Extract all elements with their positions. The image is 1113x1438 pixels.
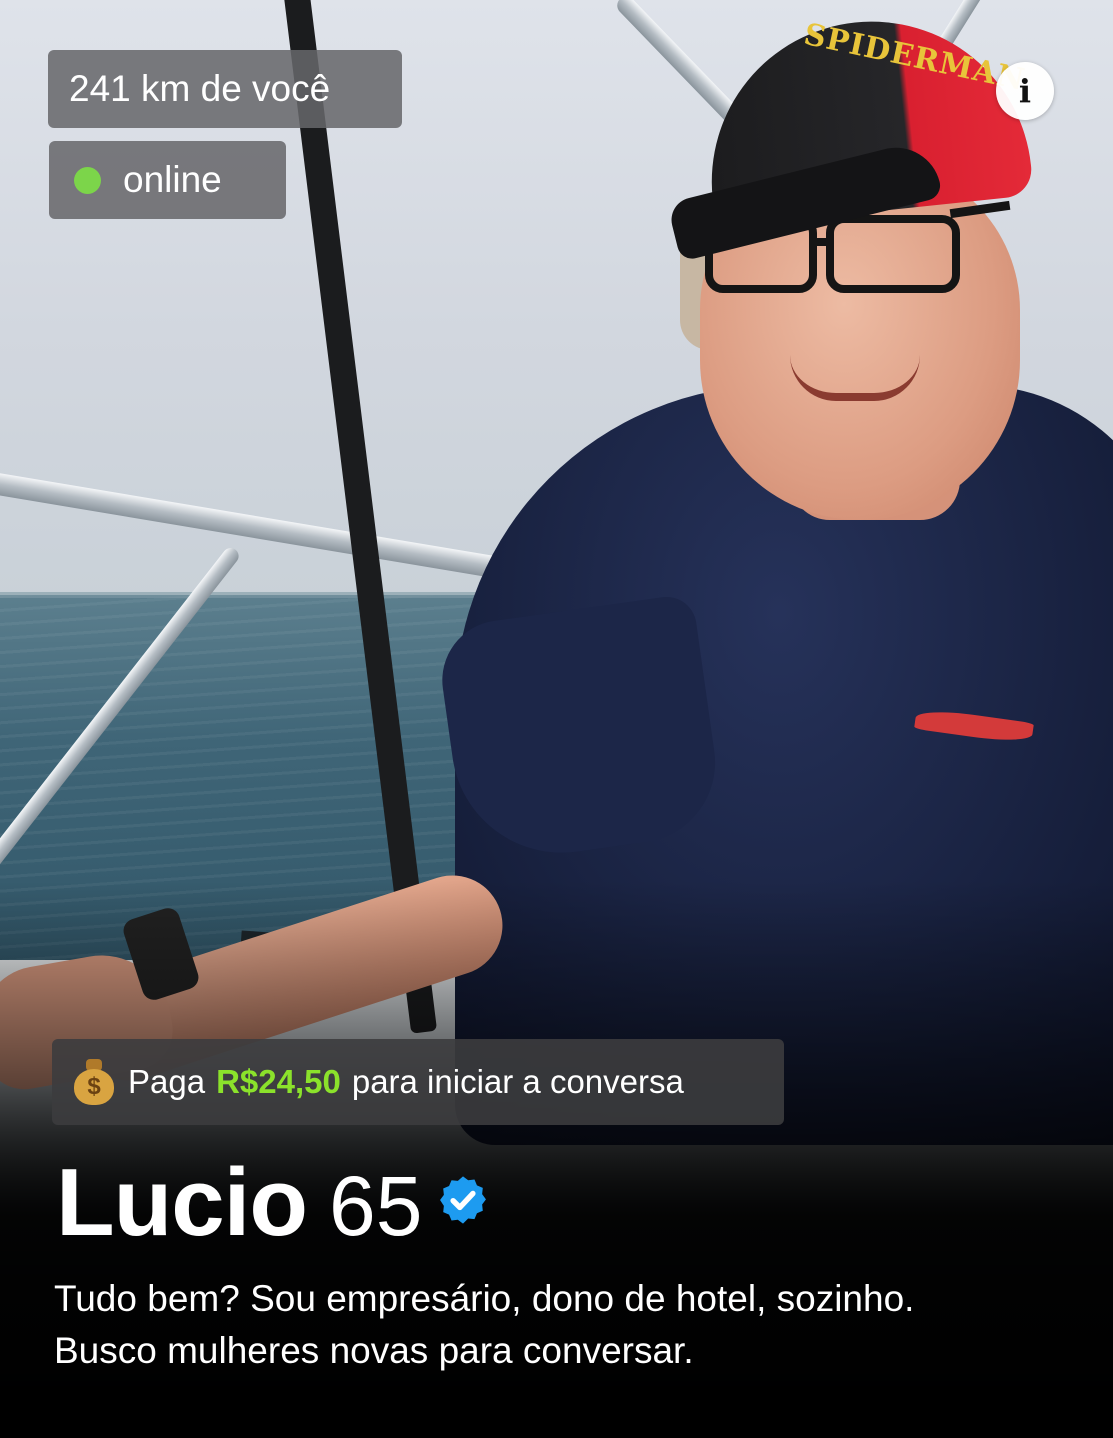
profile-card[interactable]: SPIDERMAN 241 km de você online i $ Paga… bbox=[0, 0, 1113, 1438]
distance-text: 241 km de você bbox=[69, 68, 331, 109]
glasses-bridge bbox=[809, 238, 831, 246]
glasses-lens bbox=[826, 215, 960, 293]
name-row: Lucio 65 bbox=[56, 1148, 490, 1256]
bio-line: Tudo bem? Sou empresário, dono de hotel,… bbox=[54, 1278, 915, 1319]
bio-line: Busco mulheres novas para conversar. bbox=[54, 1330, 694, 1371]
distance-chip: 241 km de você bbox=[48, 50, 402, 128]
profile-bio: Tudo bem? Sou empresário, dono de hotel,… bbox=[54, 1273, 1104, 1377]
payment-prefix: Paga bbox=[128, 1063, 206, 1100]
verified-badge-icon bbox=[440, 1176, 487, 1224]
info-icon: i bbox=[1018, 72, 1032, 110]
payment-banner: $ Paga R$24,50 para iniciar a conversa bbox=[52, 1039, 784, 1125]
profile-name: Lucio bbox=[56, 1149, 308, 1256]
payment-amount: R$24,50 bbox=[216, 1063, 341, 1100]
info-button[interactable]: i bbox=[996, 62, 1054, 120]
payment-suffix: para iniciar a conversa bbox=[351, 1063, 684, 1100]
online-status-chip: online bbox=[49, 141, 286, 219]
profile-age: 65 bbox=[328, 1159, 423, 1253]
money-bag-icon: $ bbox=[74, 1059, 114, 1105]
online-status-text: online bbox=[123, 159, 222, 200]
online-dot-icon bbox=[74, 166, 101, 194]
